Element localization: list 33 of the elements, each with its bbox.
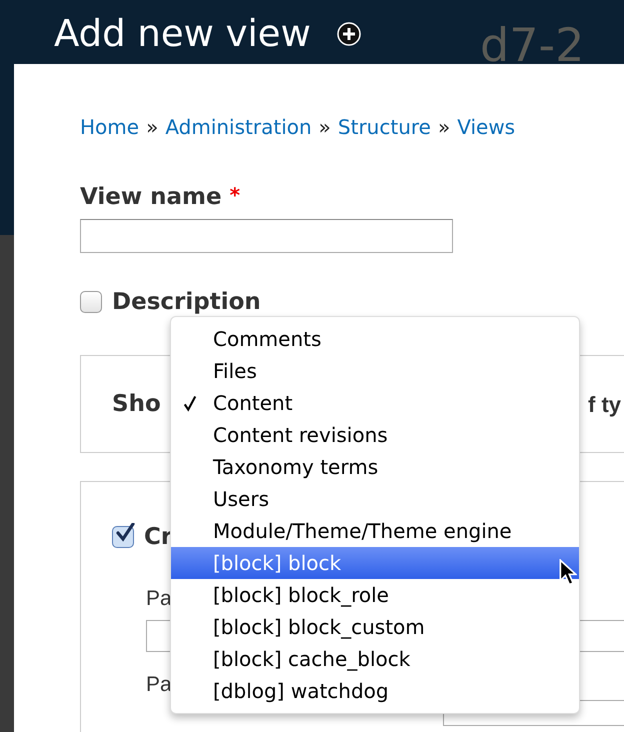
checkbox[interactable]	[80, 290, 102, 313]
type-label: f ty	[588, 390, 621, 419]
menu-item[interactable]: Comments	[171, 323, 579, 355]
breadcrumb-link[interactable]: Home	[80, 112, 140, 142]
checkmark-icon	[183, 395, 197, 412]
breadcrumb-link[interactable]: Administration	[165, 112, 312, 142]
breadcrumb-separator: »	[438, 114, 450, 141]
breadcrumb-link[interactable]: Structure	[338, 112, 431, 142]
page-title: Add new view	[54, 11, 311, 57]
field-label: View name	[80, 183, 222, 212]
menu-item[interactable]: Content revisions	[171, 419, 579, 451]
menu-item[interactable]: [block] block_role	[171, 579, 579, 611]
menu-item[interactable]: Files	[171, 355, 579, 387]
field-label: Pa	[146, 672, 172, 698]
menu-item[interactable]: [block] cache_block	[171, 643, 579, 675]
checkbox-label: Cr	[144, 523, 172, 552]
field-label: Pa	[146, 586, 172, 612]
breadcrumb-link[interactable]: Views	[457, 112, 516, 142]
breadcrumb-separator: »	[318, 114, 331, 141]
menu-item[interactable]: Taxonomy terms	[171, 451, 579, 483]
menu-item[interactable]: [block] block_custom	[171, 611, 579, 643]
checked-checkbox[interactable]	[112, 526, 134, 548]
breadcrumb-separator: »	[146, 114, 158, 141]
show-label: Sho	[112, 390, 161, 419]
required-mark: *	[230, 182, 240, 209]
view-name-field[interactable]	[80, 218, 453, 252]
menu-item[interactable]: Module/Theme/Theme engine	[171, 515, 579, 547]
site-name: d7-2	[480, 22, 584, 68]
add-shortcut-icon[interactable]	[336, 22, 361, 46]
menu-item[interactable]: Content	[171, 387, 579, 419]
menu-item[interactable]: [dblog] watchdog	[171, 675, 579, 707]
checkbox-label: Description	[112, 288, 261, 316]
menu-item[interactable]: Users	[171, 483, 579, 515]
